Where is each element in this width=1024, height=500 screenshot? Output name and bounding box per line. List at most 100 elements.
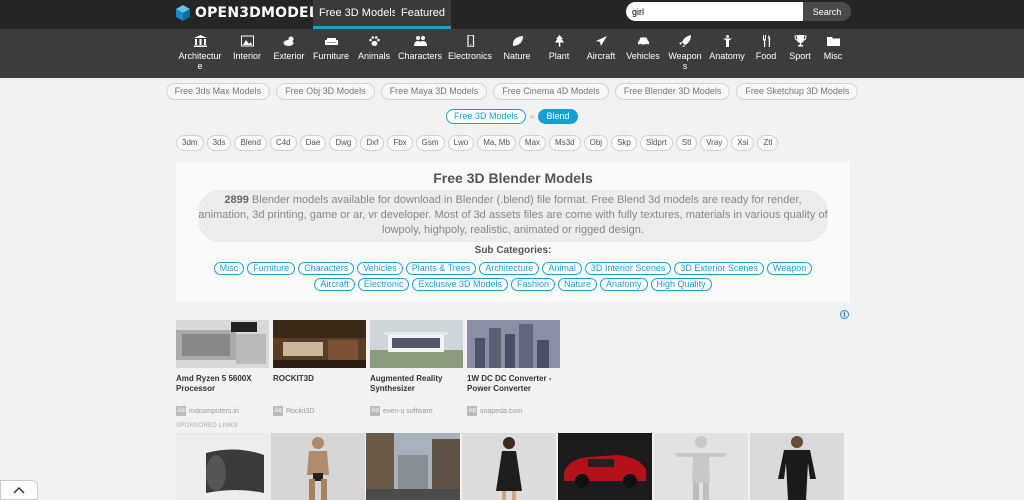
subcat-exclusive-3d-models[interactable]: Exclusive 3D Models — [412, 278, 508, 291]
format-link-cinema-4d[interactable]: Free Cinema 4D Models — [493, 83, 609, 100]
category-nature[interactable]: Nature — [500, 35, 534, 61]
subcat-fashion[interactable]: Fashion — [510, 278, 555, 291]
category-plant[interactable]: Plant — [544, 35, 574, 61]
category-misc[interactable]: Misc — [820, 35, 846, 61]
category-furniture[interactable]: Furniture — [312, 35, 350, 61]
category-label: Anatomy — [709, 51, 745, 61]
category-bar: Architectur e Interior Exterior Furnitur… — [0, 29, 1024, 78]
subcat-animal[interactable]: Animal — [542, 262, 582, 275]
category-electronics[interactable]: Electronics — [447, 35, 493, 61]
category-weapons[interactable]: Weapon s — [667, 35, 703, 71]
category-aircraft[interactable]: Aircraft — [584, 35, 618, 61]
ext-fbx[interactable]: Fbx — [387, 135, 413, 151]
subcat-3d-exterior-scenes[interactable]: 3D Exterior Scenes — [674, 262, 764, 275]
category-exterior[interactable]: Exterior — [272, 35, 306, 61]
ad-card[interactable]: Amd Ryzen 5 5600X Processor Ad mdcomputer… — [176, 320, 269, 416]
subcat-misc[interactable]: Misc — [213, 262, 245, 275]
thumbnail-image — [176, 433, 270, 500]
subcat-weapon[interactable]: Weapon — [766, 262, 813, 275]
ext-skp[interactable]: Skp — [611, 135, 637, 151]
ad-badge: Ad — [467, 406, 477, 416]
ext-lwo[interactable]: Lwo — [447, 135, 475, 151]
ad-domain: Rockit3D — [286, 407, 315, 415]
subcat-vehicles[interactable]: Vehicles — [357, 262, 403, 275]
ext-blend[interactable]: Blend — [234, 135, 267, 151]
leaf-icon — [512, 36, 523, 46]
ext-ms3d[interactable]: Ms3d — [549, 135, 581, 151]
subcat-characters[interactable]: Characters — [298, 262, 355, 275]
model-thumbnail[interactable] — [176, 433, 270, 500]
category-label: Exterior — [273, 51, 305, 61]
cube-logo-icon — [176, 5, 190, 21]
breadcrumb-current[interactable]: Blend — [538, 109, 578, 124]
ext-dae[interactable]: Dae — [299, 135, 327, 151]
ext-gsm[interactable]: Gsm — [415, 135, 445, 151]
subcat-3d-interior-scenes[interactable]: 3D Interior Scenes — [584, 262, 672, 275]
category-label: Aircraft — [586, 51, 616, 61]
car-icon — [637, 37, 649, 47]
rocket-icon — [678, 35, 691, 47]
subcat-nature[interactable]: Nature — [558, 278, 598, 291]
ad-domain: even-u software — [383, 407, 433, 415]
search-input[interactable] — [626, 2, 803, 21]
model-thumbnail[interactable] — [750, 433, 844, 500]
ext-xsi[interactable]: Xsi — [731, 135, 755, 151]
ad-title: ROCKIT3D — [273, 374, 314, 383]
category-sport[interactable]: Sport — [786, 35, 814, 61]
ext-obj[interactable]: Obj — [583, 135, 609, 151]
model-thumbnail[interactable] — [462, 433, 556, 500]
ext-vray[interactable]: Vray — [700, 135, 729, 151]
subcat-architecture[interactable]: Architecture — [479, 262, 540, 275]
phone-icon — [466, 35, 474, 47]
format-link-obj[interactable]: Free Obj 3D Models — [276, 83, 375, 100]
ext-3dm[interactable]: 3dm — [176, 135, 204, 151]
category-food[interactable]: Food — [752, 35, 780, 61]
ext-dwg[interactable]: Dwg — [329, 135, 358, 151]
model-thumbnail[interactable] — [654, 433, 748, 500]
ad-info-icon[interactable]: i — [840, 310, 849, 319]
tab-free-3d-models[interactable]: Free 3D Models — [313, 0, 404, 29]
ext-c4d[interactable]: C4d — [269, 135, 297, 151]
subcat-plants-trees[interactable]: Plants & Trees — [405, 262, 477, 275]
subcategory-row: Misc Furniture Characters Vehicles Plant… — [176, 262, 850, 275]
cutlery-icon — [762, 35, 770, 47]
scroll-up-button[interactable] — [0, 480, 38, 500]
subcat-high-quality[interactable]: High Quality — [650, 278, 712, 291]
ad-card[interactable]: ROCKIT3D Ad Rockit3D — [273, 320, 366, 416]
format-link-3ds-max[interactable]: Free 3ds Max Models — [165, 83, 271, 100]
ext-3ds[interactable]: 3ds — [206, 135, 232, 151]
subcat-anatomy[interactable]: Anatomy — [600, 278, 648, 291]
ext-ztl[interactable]: Ztl — [757, 135, 779, 151]
category-architecture[interactable]: Architectur e — [177, 35, 223, 71]
ad-image — [176, 320, 269, 368]
ext-dxf[interactable]: Dxf — [360, 135, 385, 151]
ext-sldprt[interactable]: Sldprt — [639, 135, 673, 151]
ad-badge: Ad — [176, 406, 186, 416]
ext-ma-mb[interactable]: Ma, Mb — [477, 135, 516, 151]
category-anatomy[interactable]: Anatomy — [707, 35, 747, 61]
model-thumbnail[interactable] — [366, 433, 460, 500]
model-thumbnail[interactable] — [271, 433, 365, 500]
ad-card[interactable]: Augmented Reality Synthesizer Ad even-u s… — [370, 320, 463, 416]
thumbnail-image — [366, 433, 460, 500]
category-interior[interactable]: Interior — [231, 35, 263, 61]
site-logo[interactable]: OPEN3DMODEL — [176, 3, 318, 23]
category-animals[interactable]: Animals — [356, 35, 392, 61]
format-link-blender[interactable]: Free Blender 3D Models — [614, 83, 731, 100]
ad-card[interactable]: 1W DC DC Converter - Power Converter Ad s… — [467, 320, 560, 416]
format-link-maya[interactable]: Free Maya 3D Models — [380, 83, 488, 100]
subcat-aircraft[interactable]: Aircraft — [314, 278, 355, 291]
thumbnail-image — [750, 433, 844, 500]
format-link-sketchup[interactable]: Free Sketchup 3D Models — [736, 83, 859, 100]
ext-max[interactable]: Max — [518, 135, 547, 151]
breadcrumb-parent[interactable]: Free 3D Models — [446, 109, 527, 124]
search-button[interactable]: Search — [803, 2, 851, 21]
ext-stl[interactable]: Stl — [675, 135, 698, 151]
model-thumbnail[interactable] — [558, 433, 652, 500]
category-label: Weapon s — [668, 51, 702, 71]
category-characters[interactable]: Characters — [397, 35, 443, 61]
tab-featured[interactable]: Featured — [395, 0, 452, 29]
category-vehicles[interactable]: Vehicles — [624, 35, 662, 61]
subcat-furniture[interactable]: Furniture — [247, 262, 296, 275]
subcat-electronic[interactable]: Electronic — [357, 278, 410, 291]
